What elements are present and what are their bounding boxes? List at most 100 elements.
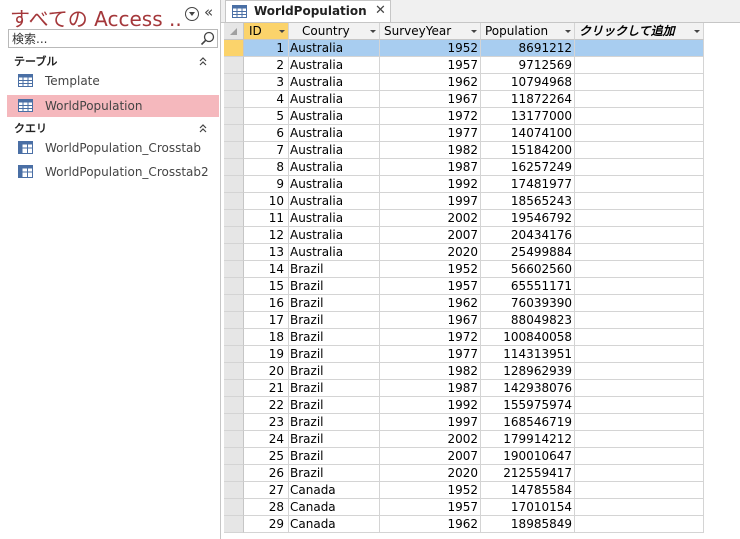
record-selector[interactable] — [224, 465, 244, 482]
cell-click-to-add[interactable] — [575, 176, 704, 193]
record-selector[interactable] — [224, 159, 244, 176]
table-row[interactable]: 21 Brazil 1987 142938076 — [224, 380, 704, 397]
cell-population[interactable]: 100840058 — [481, 329, 575, 346]
cell-id[interactable]: 3 — [244, 74, 289, 91]
record-selector[interactable] — [224, 499, 244, 516]
cell-population[interactable]: 88049823 — [481, 312, 575, 329]
cell-population[interactable]: 8691212 — [481, 40, 575, 57]
nav-item-crosstab2[interactable]: WorldPopulation_Crosstab2 — [7, 161, 219, 183]
table-row[interactable]: 22 Brazil 1992 155975974 — [224, 397, 704, 414]
cell-click-to-add[interactable] — [575, 499, 704, 516]
cell-click-to-add[interactable] — [575, 193, 704, 210]
cell-id[interactable]: 22 — [244, 397, 289, 414]
cell-country[interactable]: Brazil — [289, 448, 380, 465]
cell-country[interactable]: Australia — [289, 40, 380, 57]
cell-surveyyear[interactable]: 2002 — [380, 210, 481, 227]
record-selector[interactable] — [224, 516, 244, 533]
cell-id[interactable]: 19 — [244, 346, 289, 363]
cell-id[interactable]: 1 — [244, 40, 289, 57]
cell-id[interactable]: 24 — [244, 431, 289, 448]
cell-surveyyear[interactable]: 1997 — [380, 414, 481, 431]
cell-surveyyear[interactable]: 1962 — [380, 295, 481, 312]
cell-population[interactable]: 155975974 — [481, 397, 575, 414]
record-selector[interactable] — [224, 176, 244, 193]
cell-population[interactable]: 114313951 — [481, 346, 575, 363]
column-header-id[interactable]: ID — [244, 23, 289, 40]
cell-country[interactable]: Australia — [289, 244, 380, 261]
cell-country[interactable]: Australia — [289, 227, 380, 244]
cell-surveyyear[interactable]: 1957 — [380, 57, 481, 74]
cell-country[interactable]: Brazil — [289, 397, 380, 414]
table-row[interactable]: 20 Brazil 1982 128962939 — [224, 363, 704, 380]
record-selector[interactable] — [224, 227, 244, 244]
cell-click-to-add[interactable] — [575, 482, 704, 499]
cell-click-to-add[interactable] — [575, 91, 704, 108]
cell-country[interactable]: Brazil — [289, 261, 380, 278]
cell-id[interactable]: 28 — [244, 499, 289, 516]
cell-population[interactable]: 16257249 — [481, 159, 575, 176]
cell-surveyyear[interactable]: 1967 — [380, 312, 481, 329]
table-row[interactable]: 8 Australia 1987 16257249 — [224, 159, 704, 176]
cell-click-to-add[interactable] — [575, 397, 704, 414]
table-row[interactable]: 1 Australia 1952 8691212 — [224, 40, 704, 57]
cell-id[interactable]: 9 — [244, 176, 289, 193]
cell-surveyyear[interactable]: 1967 — [380, 91, 481, 108]
cell-click-to-add[interactable] — [575, 40, 704, 57]
cell-id[interactable]: 17 — [244, 312, 289, 329]
table-row[interactable]: 17 Brazil 1967 88049823 — [224, 312, 704, 329]
cell-click-to-add[interactable] — [575, 312, 704, 329]
cell-population[interactable]: 18565243 — [481, 193, 575, 210]
record-selector[interactable] — [224, 261, 244, 278]
table-row[interactable]: 2 Australia 1957 9712569 — [224, 57, 704, 74]
record-selector[interactable] — [224, 380, 244, 397]
cell-click-to-add[interactable] — [575, 363, 704, 380]
cell-country[interactable]: Canada — [289, 499, 380, 516]
record-selector[interactable] — [224, 278, 244, 295]
table-row[interactable]: 23 Brazil 1997 168546719 — [224, 414, 704, 431]
cell-click-to-add[interactable] — [575, 244, 704, 261]
cell-population[interactable]: 15184200 — [481, 142, 575, 159]
cell-population[interactable]: 11872264 — [481, 91, 575, 108]
record-selector[interactable] — [224, 312, 244, 329]
cell-id[interactable]: 7 — [244, 142, 289, 159]
cell-id[interactable]: 11 — [244, 210, 289, 227]
cell-id[interactable]: 13 — [244, 244, 289, 261]
table-row[interactable]: 3 Australia 1962 10794968 — [224, 74, 704, 91]
cell-population[interactable]: 168546719 — [481, 414, 575, 431]
table-row[interactable]: 29 Canada 1962 18985849 — [224, 516, 704, 533]
cell-population[interactable]: 65551171 — [481, 278, 575, 295]
cell-population[interactable]: 190010647 — [481, 448, 575, 465]
cell-country[interactable]: Brazil — [289, 363, 380, 380]
cell-population[interactable]: 128962939 — [481, 363, 575, 380]
cell-click-to-add[interactable] — [575, 516, 704, 533]
cell-surveyyear[interactable]: 1982 — [380, 363, 481, 380]
cell-country[interactable]: Australia — [289, 57, 380, 74]
nav-item-worldpopulation[interactable]: WorldPopulation — [7, 95, 219, 117]
cell-country[interactable]: Australia — [289, 142, 380, 159]
cell-country[interactable]: Australia — [289, 159, 380, 176]
record-selector[interactable] — [224, 91, 244, 108]
record-selector[interactable] — [224, 431, 244, 448]
cell-country[interactable]: Canada — [289, 482, 380, 499]
cell-surveyyear[interactable]: 1997 — [380, 193, 481, 210]
cell-surveyyear[interactable]: 2002 — [380, 431, 481, 448]
record-selector[interactable] — [224, 125, 244, 142]
cell-id[interactable]: 26 — [244, 465, 289, 482]
cell-id[interactable]: 12 — [244, 227, 289, 244]
record-selector[interactable] — [224, 414, 244, 431]
cell-country[interactable]: Brazil — [289, 312, 380, 329]
record-selector[interactable] — [224, 346, 244, 363]
cell-country[interactable]: Australia — [289, 74, 380, 91]
cell-country[interactable]: Australia — [289, 176, 380, 193]
record-selector[interactable] — [224, 244, 244, 261]
cell-id[interactable]: 20 — [244, 363, 289, 380]
table-row[interactable]: 28 Canada 1957 17010154 — [224, 499, 704, 516]
nav-pane-title[interactable]: すべての Access ... — [10, 3, 182, 32]
cell-surveyyear[interactable]: 1957 — [380, 278, 481, 295]
table-row[interactable]: 24 Brazil 2002 179914212 — [224, 431, 704, 448]
table-row[interactable]: 5 Australia 1972 13177000 — [224, 108, 704, 125]
nav-group-queries[interactable]: クエリ — [14, 120, 47, 136]
cell-id[interactable]: 16 — [244, 295, 289, 312]
record-selector[interactable] — [224, 74, 244, 91]
cell-click-to-add[interactable] — [575, 57, 704, 74]
